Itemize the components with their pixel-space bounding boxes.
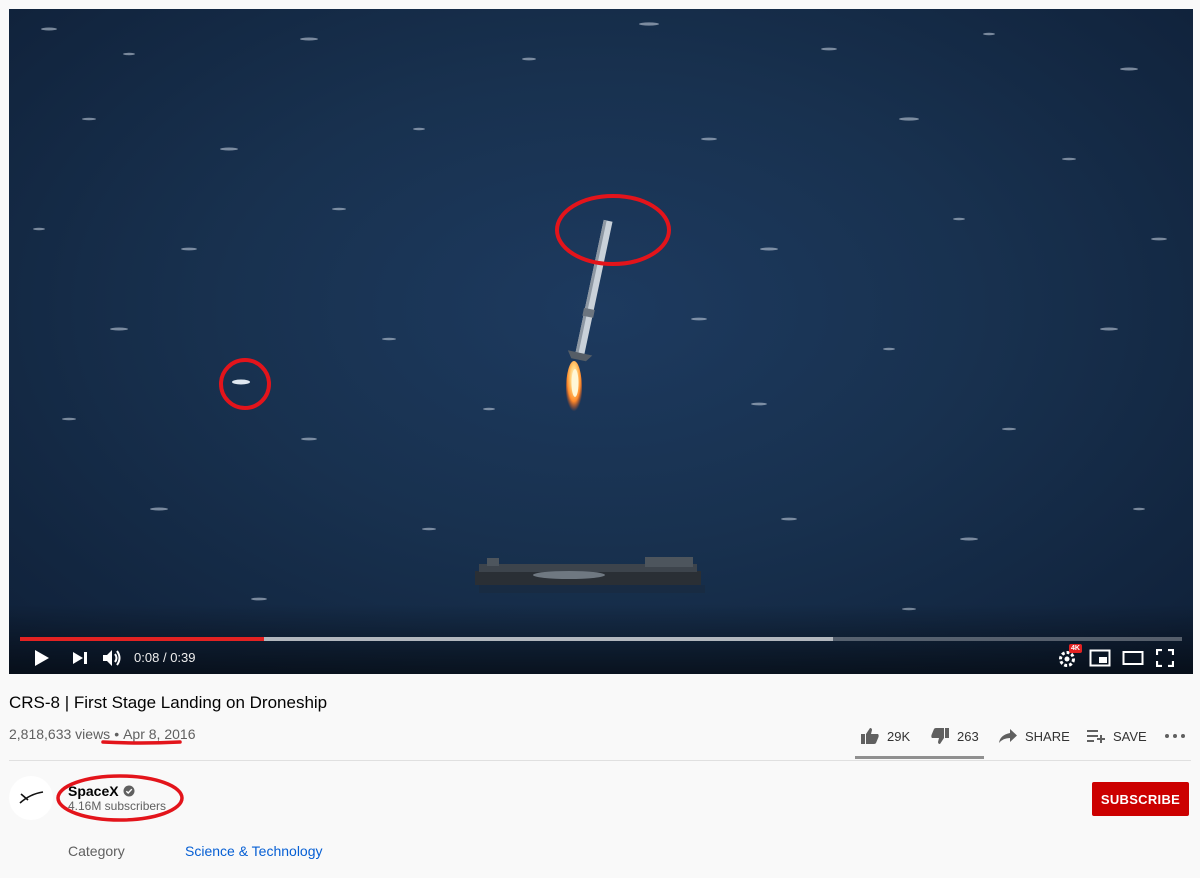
play-icon [35,650,49,666]
channel-avatar[interactable] [9,776,53,820]
thumbs-down-icon [931,728,949,744]
sentiment-bar [855,756,984,759]
next-icon [73,652,87,664]
fullscreen-icon [1156,649,1174,667]
more-icon [1165,734,1185,738]
miniplayer-button[interactable] [1089,645,1111,671]
share-label: SHARE [1025,728,1070,744]
date-underline-annotation [101,740,182,745]
dislike-count: 263 [957,728,979,744]
thumbs-up-icon [861,728,879,744]
video-frame [33,22,1167,611]
duration: 0:39 [170,650,196,665]
time-display: 0:08 / 0:39 [134,650,196,665]
volume-button[interactable] [101,645,123,671]
progress-bar[interactable] [20,637,1182,641]
share-icon [999,729,1017,743]
next-button[interactable] [71,645,89,671]
theater-button[interactable] [1122,645,1144,671]
more-actions-button[interactable] [1164,733,1186,739]
theater-icon [1122,651,1144,665]
settings-button[interactable]: 4K [1057,644,1082,671]
category-link[interactable]: Science & Technology [185,843,323,859]
video-player[interactable]: 0:08 / 0:39 4K [9,9,1193,674]
like-button[interactable]: 29K [860,727,910,745]
view-count: 2,818,633 views [9,726,111,742]
category-label: Category [68,843,125,859]
volume-icon [103,650,121,666]
miniplayer-icon [1089,649,1111,667]
time-separator: / [162,650,167,665]
quality-badge: 4K [1069,644,1082,653]
dislike-button[interactable]: 263 [930,727,979,745]
save-playlist-icon [1087,730,1105,743]
play-button[interactable] [31,645,51,671]
channel-circle-annotation [56,774,184,822]
subscribe-button[interactable]: SUBSCRIBE [1092,782,1189,816]
share-button[interactable]: SHARE [998,728,1070,744]
save-label: SAVE [1113,728,1147,744]
video-title: CRS-8 | First Stage Landing on Droneship [9,693,328,712]
progress-played [20,637,265,641]
divider [9,760,1191,761]
spacex-logo-icon [19,791,44,804]
current-time: 0:08 [134,650,160,665]
like-count: 29K [887,728,911,744]
save-button[interactable]: SAVE [1086,728,1147,744]
fullscreen-button[interactable] [1156,645,1174,671]
